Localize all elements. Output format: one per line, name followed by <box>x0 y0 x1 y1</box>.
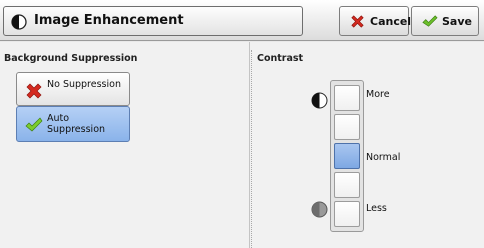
red-x-icon <box>351 15 364 28</box>
contrast-level-3[interactable] <box>334 143 360 169</box>
green-check-icon <box>422 15 438 27</box>
contrast-normal-label: Normal <box>366 152 401 163</box>
save-label: Save <box>442 15 472 28</box>
green-check-icon <box>25 117 43 132</box>
contrast-level-1[interactable] <box>334 85 360 111</box>
cancel-label: Cancel <box>370 15 412 28</box>
title-box: Image Enhancement <box>3 6 303 36</box>
background-suppression-heading: Background Suppression <box>4 53 138 64</box>
contrast-level-5[interactable] <box>334 201 360 227</box>
contrast-heading: Contrast <box>257 53 304 64</box>
red-x-icon <box>26 83 42 99</box>
auto-suppression-button[interactable]: Auto Suppression <box>16 106 130 142</box>
no-suppression-label: No Suppression <box>47 79 121 90</box>
no-suppression-button[interactable]: No Suppression <box>16 72 130 106</box>
contrast-less-label: Less <box>366 203 387 214</box>
contrast-level-2[interactable] <box>334 114 360 140</box>
feature-circle-icon <box>11 14 27 30</box>
contrast-level-4[interactable] <box>334 172 360 198</box>
less-contrast-icon <box>311 201 328 218</box>
contrast-panel <box>250 42 484 248</box>
auto-suppression-label: Auto Suppression <box>47 113 106 135</box>
panel-divider <box>251 50 252 248</box>
more-contrast-icon <box>311 92 328 109</box>
contrast-scale <box>330 80 364 232</box>
page-title: Image Enhancement <box>34 13 184 28</box>
cancel-button[interactable]: Cancel <box>339 6 412 36</box>
contrast-more-label: More <box>366 89 390 100</box>
title-bar: Image Enhancement Cancel Save <box>0 0 484 41</box>
save-button[interactable]: Save <box>411 6 479 36</box>
